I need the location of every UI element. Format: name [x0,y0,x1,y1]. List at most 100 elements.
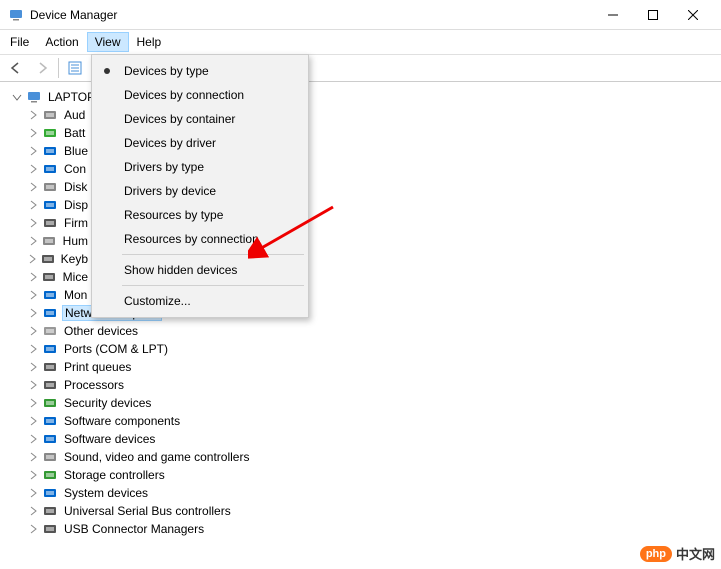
chevron-right-icon[interactable] [26,288,40,302]
minimize-button[interactable] [593,1,633,29]
menu-item-resources-by-type[interactable]: Resources by type [94,203,306,227]
menubar: FileActionViewHelp [0,30,721,54]
device-label: Firm [62,215,90,231]
device-category[interactable]: Mice [8,268,90,286]
device-label: Ports (COM & LPT) [62,341,170,357]
device-category[interactable]: Disk [8,178,90,196]
watermark-badge: php [640,546,672,562]
chevron-down-icon[interactable] [10,90,24,104]
chevron-right-icon[interactable] [26,324,40,338]
device-label: Processors [62,377,126,393]
device-category[interactable]: Con [8,160,90,178]
chevron-right-icon[interactable] [26,252,38,266]
menu-item-label: Drivers by type [124,160,204,174]
device-category[interactable]: Mon [8,286,90,304]
monitor-icon [42,287,58,303]
device-category[interactable]: Processors [8,376,713,394]
device-category[interactable]: Firm [8,214,90,232]
device-category[interactable]: Aud [8,106,90,124]
back-button[interactable] [4,56,28,80]
device-category[interactable]: Sound, video and game controllers [8,448,713,466]
chevron-right-icon[interactable] [26,504,40,518]
menu-action[interactable]: Action [37,32,86,52]
menu-view[interactable]: View [87,32,129,52]
chevron-right-icon[interactable] [26,450,40,464]
chevron-right-icon[interactable] [26,468,40,482]
chevron-right-icon[interactable] [26,270,39,284]
device-category[interactable]: Keyb [8,250,90,268]
chevron-right-icon[interactable] [26,144,40,158]
menu-item-label: Devices by type [124,64,209,78]
firmware-icon [42,215,58,231]
device-label: Batt [62,125,87,141]
menu-item-devices-by-type[interactable]: Devices by type [94,59,306,83]
chevron-right-icon[interactable] [26,378,40,392]
sound-icon [42,449,58,465]
maximize-button[interactable] [633,1,673,29]
chevron-right-icon[interactable] [26,360,40,374]
menu-item-customize[interactable]: Customize... [94,289,306,313]
device-category[interactable]: Other devices [8,322,713,340]
app-icon [8,7,24,23]
chevron-right-icon[interactable] [26,522,40,536]
menu-help[interactable]: Help [129,32,170,52]
device-category[interactable]: Security devices [8,394,713,412]
titlebar: Device Manager [0,0,721,30]
device-label: Universal Serial Bus controllers [62,503,233,519]
menu-item-devices-by-container[interactable]: Devices by container [94,107,306,131]
menu-item-devices-by-driver[interactable]: Devices by driver [94,131,306,155]
chevron-right-icon[interactable] [26,432,40,446]
device-category[interactable]: Storage controllers [8,466,713,484]
menu-item-devices-by-connection[interactable]: Devices by connection [94,83,306,107]
bluetooth-icon [42,143,58,159]
close-button[interactable] [673,1,713,29]
toolbar-separator [58,58,59,78]
menu-item-drivers-by-type[interactable]: Drivers by type [94,155,306,179]
device-category[interactable]: Hum [8,232,90,250]
forward-button[interactable] [30,56,54,80]
software-device-icon [42,431,58,447]
battery-icon [42,125,58,141]
security-icon [42,395,58,411]
chevron-right-icon[interactable] [26,216,40,230]
device-category[interactable]: Batt [8,124,90,142]
chevron-right-icon[interactable] [26,180,40,194]
chevron-right-icon[interactable] [26,306,40,320]
menu-item-label: Resources by connection [124,232,259,246]
chevron-right-icon[interactable] [26,396,40,410]
device-category[interactable]: Software components [8,412,713,430]
root-label: LAPTOP [46,89,97,105]
menu-item-show-hidden-devices[interactable]: Show hidden devices [94,258,306,282]
chevron-right-icon[interactable] [26,162,40,176]
device-label: Keyb [59,251,90,267]
chevron-right-icon[interactable] [26,108,40,122]
device-category[interactable]: System devices [8,484,713,502]
chevron-right-icon[interactable] [26,126,40,140]
toolbar-properties-button[interactable] [63,56,87,80]
chevron-right-icon[interactable] [26,342,40,356]
device-category[interactable]: USB Connector Managers [8,520,713,538]
device-category[interactable]: Disp [8,196,90,214]
menu-item-drivers-by-device[interactable]: Drivers by device [94,179,306,203]
view-menu-dropdown: Devices by type Devices by connection Devi… [91,54,309,318]
device-label: Security devices [62,395,153,411]
device-label: Mon [62,287,89,303]
chevron-right-icon[interactable] [26,234,39,248]
device-label: Blue [62,143,90,159]
menu-item-label: Devices by connection [124,88,244,102]
device-category[interactable]: Software devices [8,430,713,448]
menu-separator [122,254,304,255]
chevron-right-icon[interactable] [26,486,40,500]
device-category[interactable]: Print queues [8,358,713,376]
menu-item-resources-by-connection[interactable]: Resources by connection [94,227,306,251]
device-category[interactable]: Blue [8,142,90,160]
menu-file[interactable]: File [2,32,37,52]
device-category[interactable]: Universal Serial Bus controllers [8,502,713,520]
audio-icon [42,107,58,123]
device-label: Print queues [62,359,133,375]
chevron-right-icon[interactable] [26,198,40,212]
menu-item-label: Resources by type [124,208,223,222]
device-label: Disp [62,197,90,213]
chevron-right-icon[interactable] [26,414,40,428]
device-category[interactable]: Ports (COM & LPT) [8,340,713,358]
